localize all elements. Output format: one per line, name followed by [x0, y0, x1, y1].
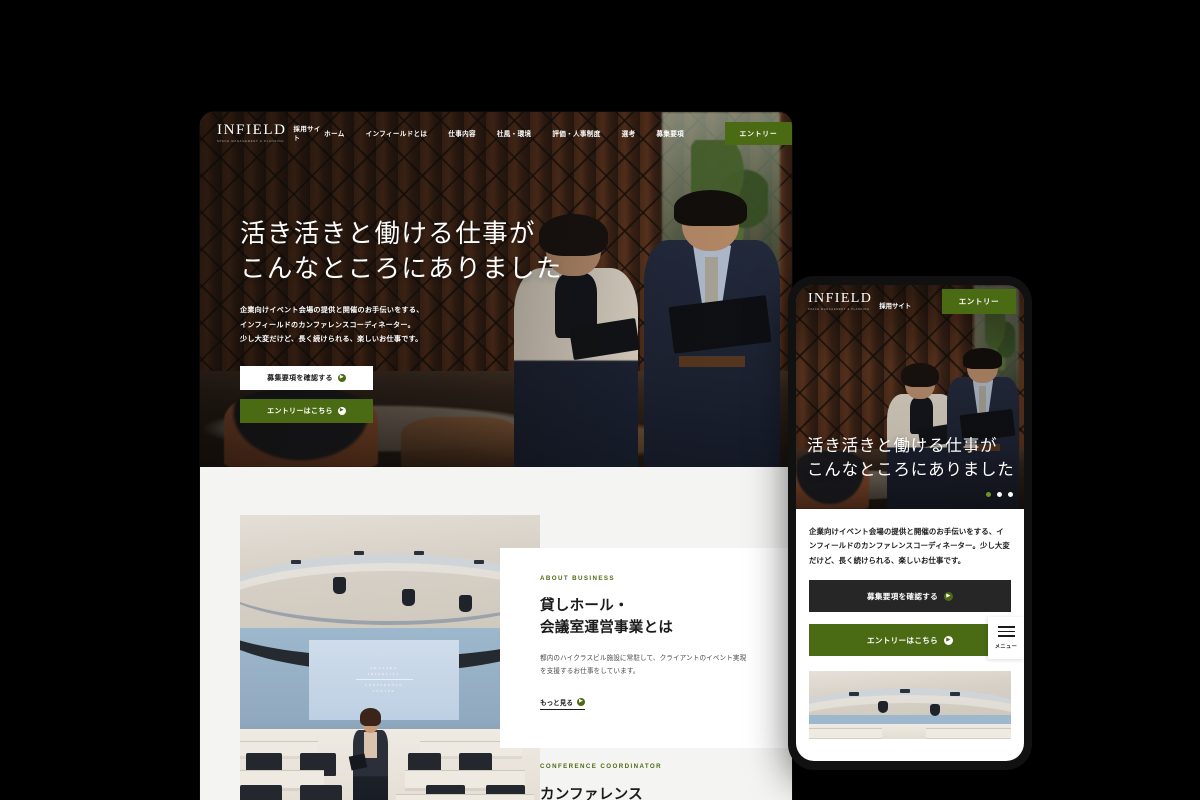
carousel-dots	[986, 492, 1013, 497]
hero-headline-line1: 活き活きと働ける仕事が	[240, 219, 536, 248]
hero-lead-text: 企業向けイベント会場の提供と開催のお手伝いをする、 インフィールドのカンファレン…	[240, 303, 563, 347]
coordinator-eyebrow: CONFERENCE COORDINATOR	[540, 763, 663, 770]
logo-tagline: 採用サイト	[293, 126, 321, 143]
mobile-hero-headline-line2: こんなところにありました	[807, 459, 1015, 479]
arrow-right-icon: ▶	[944, 635, 954, 645]
nav-item-culture-environment[interactable]: 社風・環境	[497, 128, 531, 138]
about-eyebrow: ABOUT BUSINESS	[540, 575, 615, 582]
screenshot-canvas: INFIELD SPACE MANAGEMENT & PLANNING 採用サイ…	[0, 0, 1200, 800]
mobile-site-logo[interactable]: INFIELD SPACE MANAGEMENT & PLANNING 採用サイ…	[808, 291, 912, 312]
hero-requirements-button-label: 募集要項を確認する	[267, 374, 333, 382]
mobile-requirements-button[interactable]: 募集要項を確認する ▶	[809, 580, 1011, 613]
arrow-right-icon: ▶	[576, 697, 585, 706]
nav-item-about-infield[interactable]: インフィールドとは	[366, 128, 428, 138]
mobile-hero-copy-block: 活き活きと働ける仕事が こんなところにありました	[807, 434, 1015, 481]
about-title-line2: 会議室運営事業とは	[540, 620, 674, 637]
coordinator-title: カンファレンス	[540, 787, 643, 800]
logo-tagline: 採用サイト	[879, 303, 912, 310]
screen-text-line4: CENTER	[372, 689, 396, 694]
mobile-entry-button[interactable]: エントリーはこちら ▶	[809, 624, 1011, 657]
screen-text-line1: AKASAKA	[370, 666, 398, 671]
projection-screen: AKASAKA INTERCITY CONFERENCE CENTER	[309, 639, 459, 720]
about-body-text: 都内のハイクラスビル施設に常駐して、クライアントのイベント実現を支援するお仕事を…	[540, 655, 747, 675]
arrow-right-icon: ▶	[944, 591, 954, 601]
screen-text-line3: CONFERENCE	[364, 683, 404, 688]
carousel-dot-3[interactable]	[1008, 492, 1013, 497]
desktop-content-area: AKASAKA INTERCITY CONFERENCE CENTER ABOU…	[200, 467, 792, 800]
nav-item-recruitment-requirements[interactable]: 募集要項	[656, 128, 684, 138]
entry-button-desktop[interactable]: エントリー	[725, 121, 792, 145]
logo-subtext: SPACE MANAGEMENT & PLANNING	[808, 308, 870, 311]
mobile-requirements-button-label: 募集要項を確認する	[866, 591, 939, 601]
hero-lead-line1: 企業向けイベント会場の提供と開催のお手伝いをする、	[240, 306, 424, 315]
mobile-header: INFIELD SPACE MANAGEMENT & PLANNING 採用サイ…	[796, 285, 1024, 318]
arrow-right-icon: ▶	[337, 373, 346, 382]
mobile-screen: INFIELD SPACE MANAGEMENT & PLANNING 採用サイ…	[796, 285, 1024, 761]
screen-text-line2: INTERCITY	[367, 672, 401, 677]
about-title: 貸しホール・ 会議室運営事業とは	[540, 595, 792, 639]
mobile-mockup: INFIELD SPACE MANAGEMENT & PLANNING 採用サイ…	[788, 276, 1032, 770]
nav-item-job-content[interactable]: 仕事内容	[448, 128, 476, 138]
nav-item-selection[interactable]: 選考	[622, 128, 636, 138]
hero-requirements-button[interactable]: 募集要項を確認する ▶	[240, 365, 373, 390]
mobile-hero-section: INFIELD SPACE MANAGEMENT & PLANNING 採用サイ…	[796, 285, 1024, 509]
desktop-header: INFIELD SPACE MANAGEMENT & PLANNING 採用サイ…	[200, 112, 792, 154]
desktop-mockup: INFIELD SPACE MANAGEMENT & PLANNING 採用サイ…	[200, 112, 792, 800]
about-more-label: もっと見る	[540, 699, 573, 707]
mobile-hero-headline: 活き活きと働ける仕事が こんなところにありました	[807, 434, 1015, 481]
arrow-right-icon: ▶	[337, 406, 346, 415]
desktop-nav: ホーム インフィールドとは 仕事内容 社風・環境 評価・人事制度 選考 募集要項…	[324, 121, 792, 145]
hero-copy-block: 活き活きと働ける仕事が こんなところにありました 企業向けイベント会場の提供と開…	[240, 217, 563, 423]
about-more-link[interactable]: もっと見る ▶	[540, 697, 585, 710]
hero-entry-button-label: エントリーはこちら	[267, 407, 333, 415]
hero-headline: 活き活きと働ける仕事が こんなところにありました	[240, 217, 563, 286]
carousel-dot-2[interactable]	[997, 492, 1002, 497]
about-title-line1: 貸しホール・	[540, 598, 629, 614]
mobile-entry-button-label: エントリーはこちら	[866, 635, 939, 645]
mobile-lead-text: 企業向けイベント会場の提供と開催のお手伝いをする、インフィールドのカンファレンス…	[809, 527, 1010, 565]
about-business-card: ABOUT BUSINESS 貸しホール・ 会議室運営事業とは 都内のハイクラス…	[500, 548, 792, 748]
hamburger-icon	[997, 635, 1015, 637]
mobile-menu-button[interactable]: メニュー	[988, 617, 1024, 659]
logo-subtext: SPACE MANAGEMENT & PLANNING	[217, 140, 285, 144]
nav-item-home[interactable]: ホーム	[324, 128, 344, 138]
hero-lead-line3: 少し大変だけど、長く続けられる、楽しいお仕事です。	[240, 335, 423, 344]
hamburger-icon	[997, 626, 1015, 628]
hero-section: INFIELD SPACE MANAGEMENT & PLANNING 採用サイ…	[200, 112, 792, 467]
entry-button-mobile[interactable]: エントリー	[942, 289, 1016, 314]
logo-wordmark: INFIELD	[808, 291, 873, 306]
logo-wordmark: INFIELD	[217, 121, 287, 138]
mobile-hero-headline-line1: 活き活きと働ける仕事が	[807, 436, 998, 456]
photo-person-hall	[348, 708, 390, 800]
site-logo[interactable]: INFIELD SPACE MANAGEMENT & PLANNING 採用サイ…	[217, 121, 324, 144]
hero-headline-line2: こんなところにありました	[240, 253, 563, 283]
hero-lead-line2: インフィールドのカンファレンスコーディネーター。	[240, 320, 415, 329]
nav-item-evaluation-hr[interactable]: 評価・人事制度	[552, 128, 600, 138]
conference-hall-photo: AKASAKA INTERCITY CONFERENCE CENTER	[240, 515, 540, 800]
mobile-conference-hall-photo	[809, 671, 1011, 740]
carousel-dot-1[interactable]	[986, 492, 991, 497]
hamburger-icon	[997, 630, 1015, 633]
hero-cta-group: 募集要項を確認する ▶ エントリーはこちら ▶	[240, 365, 563, 423]
hero-entry-button[interactable]: エントリーはこちら ▶	[240, 398, 373, 423]
mobile-menu-label: メニュー	[994, 643, 1018, 650]
conference-coordinator-block: CONFERENCE COORDINATOR カンファレンス	[540, 763, 662, 800]
